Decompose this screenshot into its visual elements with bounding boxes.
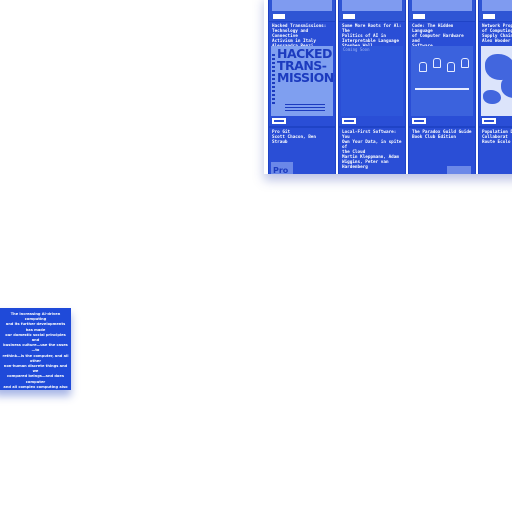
book-cover-placeholder: Coming Soon (341, 46, 403, 116)
book-card-some-more-roots[interactable]: Some More Roots for Al: The Politics of … (338, 21, 406, 127)
book-cover: HACKED TRANS- MISSIONS (271, 46, 336, 116)
cover-title: Pro (273, 166, 289, 174)
book-cover-partial (272, 0, 332, 11)
book-card-local-first[interactable]: Local-First Software: You Own Your Data,… (338, 127, 406, 174)
publisher-logo (413, 14, 425, 19)
figure-illustration (447, 62, 455, 72)
publisher-logo (272, 118, 286, 124)
publisher-logo (342, 118, 356, 124)
book-title: The Paradox Guild Guide Book Club Editio… (412, 130, 472, 140)
publisher-logo (412, 118, 426, 124)
figure-baseline (415, 88, 469, 90)
cover-side-text (272, 54, 275, 104)
book-cover-partial (342, 0, 402, 11)
cover-placeholder-text: Coming Soon (343, 47, 370, 52)
book-title: Local-First Software: You Own Your Data,… (342, 130, 402, 170)
book-back-cover: The increasing AI-driven computing and i… (0, 308, 71, 390)
book-card-pro-git[interactable]: Pro Git Scott Chacon, Ben Straub Pro (268, 127, 336, 174)
cover-title: HACKED TRANS- MISSIONS (277, 46, 336, 85)
screen: Hacked Transmissions: Technology and Con… (0, 0, 512, 512)
catalog-top-row (264, 0, 512, 22)
book-card-partial[interactable] (478, 0, 512, 22)
book-card-hacked-transmissions[interactable]: Hacked Transmissions: Technology and Con… (268, 21, 336, 127)
cover-subtitle (285, 104, 325, 112)
book-cover-map (481, 46, 512, 116)
book-card-partial[interactable] (338, 0, 406, 22)
publisher-logo (273, 14, 285, 19)
book-cover-partial (482, 0, 512, 11)
map-region (483, 90, 501, 104)
book-catalog-grid: Hacked Transmissions: Technology and Con… (264, 0, 512, 174)
figure-illustration (419, 62, 427, 72)
book-title: Population D Collaborat Route Ecolo (482, 130, 512, 145)
book-card-partial[interactable] (408, 0, 476, 22)
map-region (501, 76, 512, 98)
book-card-code[interactable]: Code: The Hidden Language of Computer Ha… (408, 21, 476, 127)
book-card-partial[interactable] (268, 0, 336, 22)
figure-illustration (433, 58, 441, 68)
book-title: Network Prop of Computing Supply Chain A… (482, 24, 512, 44)
figure-illustration (461, 58, 469, 68)
publisher-logo (343, 14, 355, 19)
book-card-network[interactable]: Network Prop of Computing Supply Chain A… (478, 21, 512, 127)
book-cover-partial (447, 166, 471, 174)
publisher-logo (483, 14, 495, 19)
book-card-population[interactable]: Population D Collaborat Route Ecolo (478, 127, 512, 174)
book-card-paradox-guide[interactable]: The Paradox Guild Guide Book Club Editio… (408, 127, 476, 174)
book-title: Pro Git Scott Chacon, Ben Straub (272, 130, 316, 145)
publisher-logo (482, 118, 496, 124)
book-cover-partial (412, 0, 472, 11)
back-cover-blurb: The increasing AI-driven computing and i… (2, 312, 69, 389)
book-cover (411, 46, 473, 116)
